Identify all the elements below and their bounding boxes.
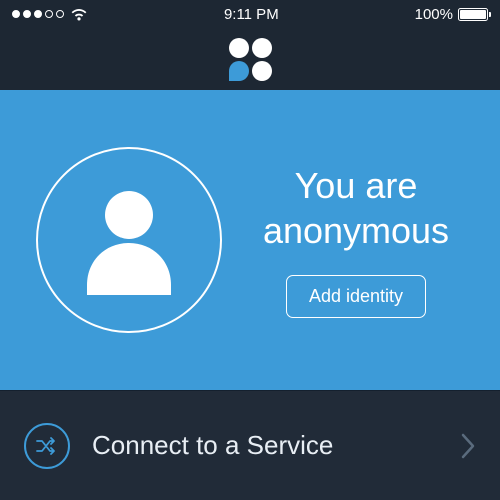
add-identity-button[interactable]: Add identity (286, 275, 426, 318)
connect-service-label: Connect to a Service (92, 430, 438, 461)
connect-service-row[interactable]: Connect to a Service (0, 390, 500, 500)
hero-title-line2: anonymous (263, 210, 449, 251)
wifi-icon (70, 8, 88, 21)
hero-text: You are anonymous Add identity (242, 163, 470, 318)
status-right: 100% (415, 6, 488, 23)
hero-title-line1: You are (295, 165, 418, 206)
hero-title: You are anonymous (263, 163, 449, 253)
shuffle-icon (24, 423, 70, 469)
identity-hero: You are anonymous Add identity (0, 90, 500, 390)
status-time: 9:11 PM (224, 6, 279, 23)
status-bar: 9:11 PM 100% (0, 0, 500, 28)
app-screen: 9:11 PM 100% You are anonymous (0, 0, 500, 500)
status-left (12, 8, 88, 21)
battery-percent: 100% (415, 6, 453, 23)
battery-icon (458, 8, 488, 21)
app-logo-icon (229, 38, 272, 81)
signal-dots-icon (12, 10, 64, 18)
chevron-right-icon (460, 432, 476, 460)
nav-bar (0, 28, 500, 90)
avatar-placeholder-icon (36, 147, 222, 333)
